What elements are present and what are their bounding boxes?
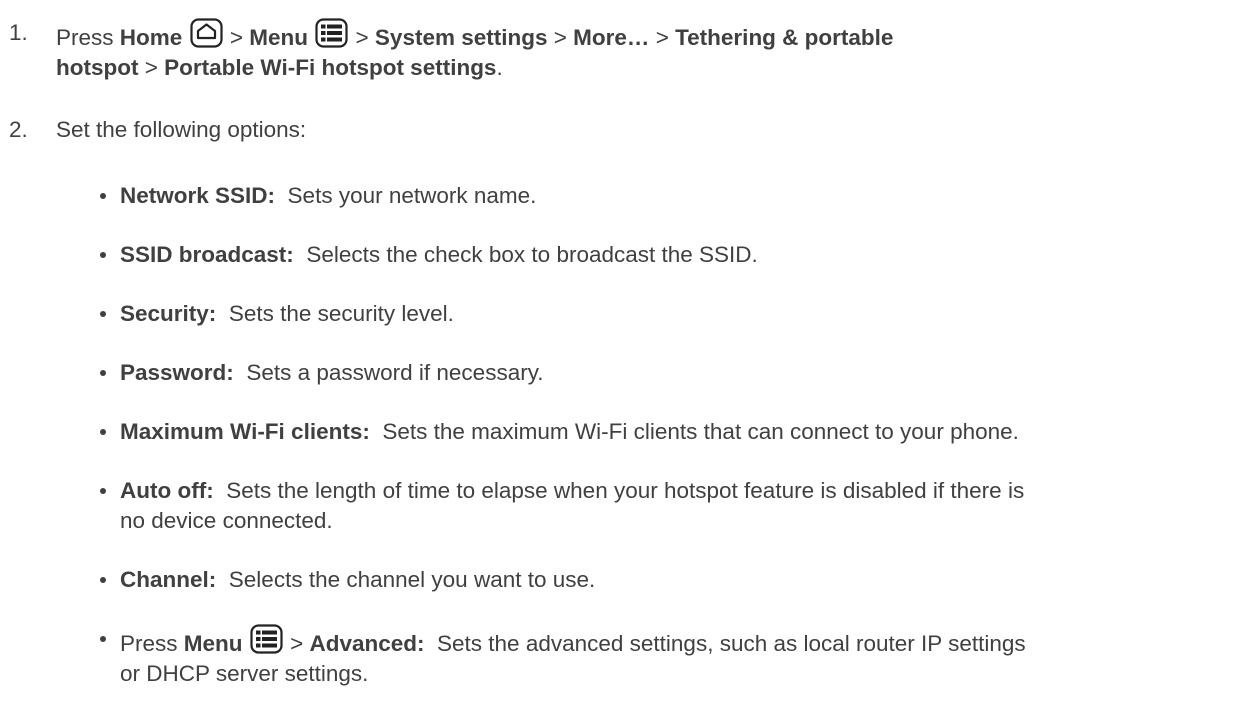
option-label: Password:	[120, 360, 234, 385]
option-desc: Sets the maximum Wi-Fi clients that can …	[382, 419, 1019, 444]
separator: >	[553, 25, 567, 50]
bullet-dot	[100, 311, 106, 317]
option-label: Maximum Wi-Fi clients:	[120, 419, 370, 444]
press-text: Press	[120, 631, 178, 656]
menu-label: Menu	[249, 25, 308, 50]
system-settings-label: System settings	[374, 25, 548, 50]
home-icon	[189, 18, 223, 48]
separator: >	[655, 25, 669, 50]
period: .	[496, 55, 503, 80]
option-desc-continued: or DHCP server settings.	[120, 661, 369, 686]
option-label: Security:	[120, 301, 217, 326]
more-label: More…	[573, 25, 650, 50]
bullet-dot	[100, 252, 106, 258]
option-label: Network SSID:	[120, 183, 276, 208]
bullet-dot	[100, 488, 106, 494]
portable-hotspot-settings-label: Portable Wi-Fi hotspot settings	[164, 55, 497, 80]
press-text: Press	[56, 25, 114, 50]
option-desc: Selects the channel you want to use.	[228, 567, 596, 592]
option-desc: Sets the length of time to elapse when y…	[226, 478, 1025, 503]
option-desc: Selects the check box to broadcast the S…	[306, 242, 758, 267]
option-desc: Sets your network name.	[287, 183, 537, 208]
option-desc: Sets the advanced settings, such as loca…	[437, 631, 1026, 656]
tethering-label: Tethering & portable	[675, 25, 894, 50]
separator: >	[144, 55, 158, 80]
menu-icon	[250, 624, 283, 654]
bullet-dot	[100, 636, 106, 642]
option-desc: Sets the security level.	[228, 301, 454, 326]
separator: >	[229, 25, 243, 50]
menu-label: Menu	[183, 631, 243, 656]
option-desc: Sets a password if necessary.	[246, 360, 544, 385]
bullet-dot	[100, 577, 106, 583]
option-label: Channel:	[120, 567, 217, 592]
home-label: Home	[119, 25, 183, 50]
separator: >	[290, 631, 304, 656]
hotspot-label: hotspot	[56, 55, 139, 80]
option-label: Advanced:	[309, 631, 425, 656]
bullet-dot	[100, 193, 106, 199]
bullet-dot	[100, 429, 106, 435]
option-label: SSID broadcast:	[120, 242, 294, 267]
step-number: 2.	[9, 117, 28, 142]
step-number: 1.	[9, 20, 28, 45]
option-label: Auto off:	[120, 478, 214, 503]
step-1-text: Press Home > Menu > System settings > Mo…	[56, 18, 1236, 83]
separator: >	[355, 25, 369, 50]
bullet-dot	[100, 370, 106, 376]
step-2-text: Set the following options:	[56, 117, 307, 142]
instructions-document: 1. Press Home > Menu > System settings >…	[0, 0, 1255, 715]
menu-icon	[315, 18, 348, 48]
option-desc-continued: no device connected.	[120, 508, 333, 533]
